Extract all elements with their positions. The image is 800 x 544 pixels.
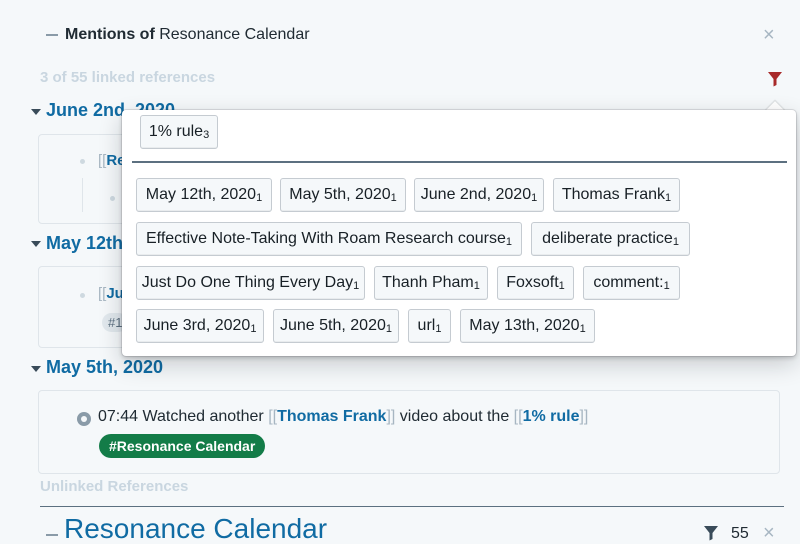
included-filter-chip[interactable]: 1% rule 3 xyxy=(140,115,218,149)
mentions-page-name: Resonance Calendar xyxy=(159,26,310,43)
filter-option-chip[interactable]: Foxsoft 1 xyxy=(497,266,574,300)
reference-card xyxy=(38,390,780,474)
mentions-title: Mentions of Resonance Calendar xyxy=(65,26,310,44)
filter-option-chip[interactable]: May 12th, 2020 1 xyxy=(136,178,272,212)
bullet-icon[interactable] xyxy=(80,159,85,164)
caret-down-icon[interactable] xyxy=(31,109,41,115)
close-icon[interactable]: × xyxy=(763,523,775,543)
filter-option-chip[interactable]: May 13th, 2020 1 xyxy=(460,309,595,343)
close-icon[interactable]: × xyxy=(763,25,775,45)
popover-divider xyxy=(132,161,787,163)
linked-references-count: 3 of 55 linked references xyxy=(40,69,216,86)
caret-down-icon[interactable] xyxy=(31,241,41,247)
caret-down-icon[interactable] xyxy=(31,366,41,372)
collapse-dash-icon[interactable] xyxy=(46,34,58,36)
block-time-text: 07:44 Watched another xyxy=(98,408,264,425)
unlinked-references-label[interactable]: Unlinked References xyxy=(40,478,188,495)
filter-option-chip[interactable]: deliberate practice 1 xyxy=(531,222,690,256)
filter-option-chip[interactable]: Thanh Pham 1 xyxy=(374,266,488,300)
bullet-icon[interactable] xyxy=(80,293,85,298)
block-text[interactable]: 07:44 Watched another [[Thomas Frank]] v… xyxy=(98,408,588,426)
filter-popover: 1% rule 3 May 12th, 2020 1 May 5th, 2020 1 … xyxy=(122,110,796,356)
filter-option-chip[interactable]: June 5th, 2020 1 xyxy=(273,309,399,343)
link-1-percent-rule[interactable]: 1% rule xyxy=(523,408,580,425)
link-thomas-frank[interactable]: Thomas Frank xyxy=(277,408,386,425)
page-title[interactable]: Resonance Calendar xyxy=(64,513,327,544)
mentions-prefix: Mentions of xyxy=(65,26,155,43)
reference-count: 55 xyxy=(731,525,749,542)
group-date-heading[interactable]: May 5th, 2020 xyxy=(46,357,163,378)
filter-option-chip[interactable]: Effective Note-Taking With Roam Research… xyxy=(136,222,522,256)
filter-option-chip[interactable]: url 1 xyxy=(408,309,451,343)
collapse-dash-icon[interactable] xyxy=(46,534,58,536)
tag-resonance-calendar[interactable]: #Resonance Calendar xyxy=(99,434,266,458)
block-fragment: [[Ju xyxy=(98,285,124,302)
bullet-icon[interactable] xyxy=(77,412,91,426)
filter-icon[interactable] xyxy=(767,71,783,87)
filter-option-chip[interactable]: June 3rd, 2020 1 xyxy=(136,309,264,343)
filter-option-chip[interactable]: June 2nd, 2020 1 xyxy=(414,178,544,212)
filter-option-chip[interactable]: May 5th, 2020 1 xyxy=(280,178,406,212)
filter-option-chip[interactable]: comment: 1 xyxy=(583,266,680,300)
filter-option-chip[interactable]: Just Do One Thing Every Day 1 xyxy=(136,266,365,300)
section-divider xyxy=(40,506,784,507)
indent-guide xyxy=(82,178,83,212)
bullet-icon[interactable] xyxy=(110,196,115,201)
filter-icon[interactable] xyxy=(703,525,719,544)
filter-option-chip[interactable]: Thomas Frank 1 xyxy=(553,178,680,212)
